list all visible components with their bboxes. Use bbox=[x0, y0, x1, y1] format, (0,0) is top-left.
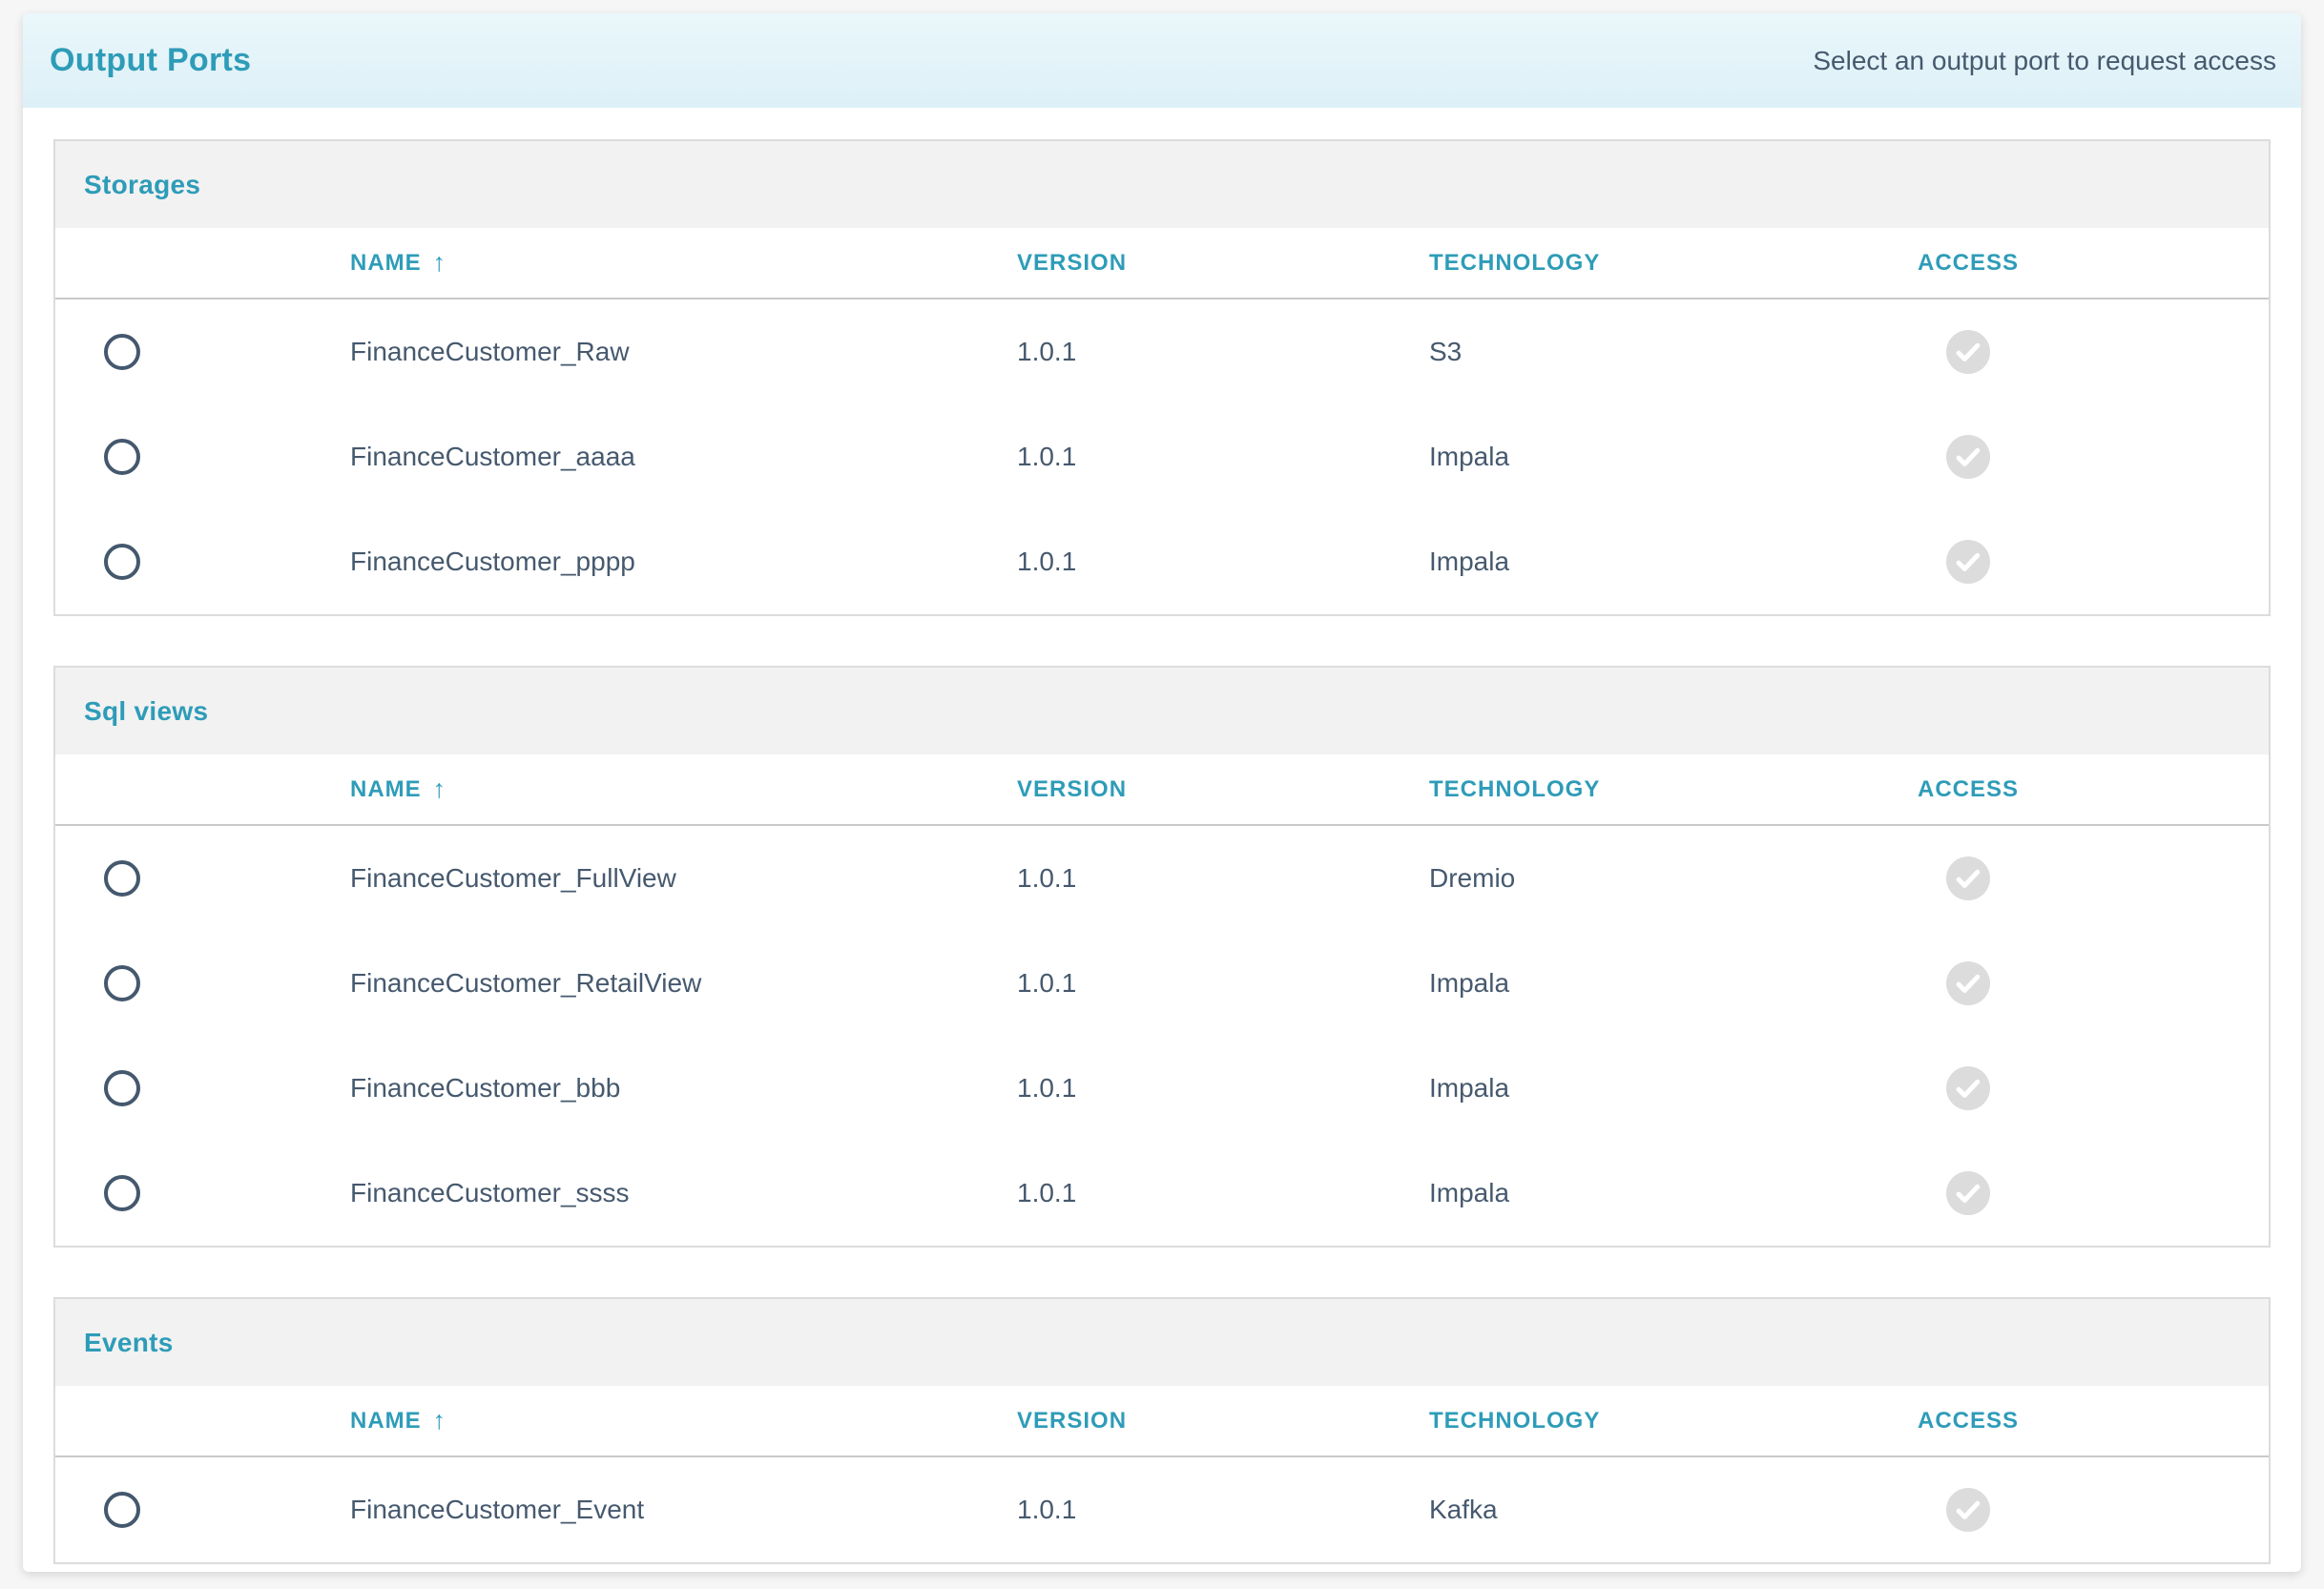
column-header-version[interactable]: VERSION bbox=[1017, 1408, 1429, 1434]
section-events: Events NAME ↑ VERSION TECHNOLOGY ACCESS … bbox=[53, 1297, 2271, 1564]
radio-button[interactable] bbox=[104, 860, 140, 897]
port-version: 1.0.1 bbox=[1017, 547, 1429, 577]
access-check-icon bbox=[1946, 330, 1990, 374]
port-name: FinanceCustomer_Raw bbox=[350, 337, 1017, 367]
section-header: Sql views bbox=[55, 668, 2269, 754]
access-check-icon bbox=[1946, 1171, 1990, 1215]
panel-body: Storages NAME ↑ VERSION TECHNOLOGY ACCES… bbox=[23, 108, 2301, 1564]
table-row[interactable]: FinanceCustomer_RetailView 1.0.1 Impala bbox=[55, 931, 2269, 1036]
page-title: Output Ports bbox=[50, 42, 251, 79]
table-row[interactable]: FinanceCustomer_Raw 1.0.1 S3 bbox=[55, 299, 2269, 404]
column-header-access[interactable]: ACCESS bbox=[1839, 250, 2097, 277]
section-header: Events bbox=[55, 1299, 2269, 1386]
column-header-access[interactable]: ACCESS bbox=[1839, 776, 2097, 803]
access-check-icon bbox=[1946, 1488, 1990, 1532]
access-check-icon bbox=[1946, 856, 1990, 900]
section-title: Sql views bbox=[84, 696, 208, 727]
sort-ascending-icon: ↑ bbox=[433, 248, 447, 278]
port-technology: Impala bbox=[1429, 442, 1839, 472]
port-technology: Impala bbox=[1429, 968, 1839, 999]
port-name: FinanceCustomer_FullView bbox=[350, 863, 1017, 894]
access-check-icon bbox=[1946, 540, 1990, 584]
port-technology: S3 bbox=[1429, 337, 1839, 367]
port-technology: Impala bbox=[1429, 1073, 1839, 1104]
column-header-row: NAME ↑ VERSION TECHNOLOGY ACCESS bbox=[55, 228, 2269, 299]
port-version: 1.0.1 bbox=[1017, 863, 1429, 894]
access-cell bbox=[1839, 1488, 2097, 1532]
column-header-name[interactable]: NAME ↑ bbox=[350, 1406, 1017, 1435]
sort-ascending-icon: ↑ bbox=[433, 1406, 447, 1435]
access-cell bbox=[1839, 961, 2097, 1005]
section-header: Storages bbox=[55, 141, 2269, 228]
table-row[interactable]: FinanceCustomer_pppp 1.0.1 Impala bbox=[55, 509, 2269, 614]
table-row[interactable]: FinanceCustomer_Event 1.0.1 Kafka bbox=[55, 1457, 2269, 1562]
table-row[interactable]: FinanceCustomer_aaaa 1.0.1 Impala bbox=[55, 404, 2269, 509]
access-cell bbox=[1839, 540, 2097, 584]
section-title: Storages bbox=[84, 170, 200, 200]
radio-button[interactable] bbox=[104, 965, 140, 1001]
access-cell bbox=[1839, 1171, 2097, 1215]
radio-button[interactable] bbox=[104, 334, 140, 370]
column-header-version[interactable]: VERSION bbox=[1017, 250, 1429, 277]
column-header-technology[interactable]: TECHNOLOGY bbox=[1429, 1408, 1839, 1434]
section-sql-views: Sql views NAME ↑ VERSION TECHNOLOGY ACCE… bbox=[53, 666, 2271, 1248]
port-name: FinanceCustomer_pppp bbox=[350, 547, 1017, 577]
section-title: Events bbox=[84, 1328, 174, 1358]
table-row[interactable]: FinanceCustomer_bbb 1.0.1 Impala bbox=[55, 1036, 2269, 1141]
column-header-technology[interactable]: TECHNOLOGY bbox=[1429, 250, 1839, 277]
port-name: FinanceCustomer_bbb bbox=[350, 1073, 1017, 1104]
access-check-icon bbox=[1946, 1066, 1990, 1110]
radio-button[interactable] bbox=[104, 439, 140, 475]
port-version: 1.0.1 bbox=[1017, 442, 1429, 472]
table-row[interactable]: FinanceCustomer_ssss 1.0.1 Impala bbox=[55, 1141, 2269, 1246]
column-header-version[interactable]: VERSION bbox=[1017, 776, 1429, 803]
port-name: FinanceCustomer_Event bbox=[350, 1495, 1017, 1525]
port-technology: Impala bbox=[1429, 1178, 1839, 1208]
column-header-technology[interactable]: TECHNOLOGY bbox=[1429, 776, 1839, 803]
access-cell bbox=[1839, 856, 2097, 900]
panel-header: Output Ports Select an output port to re… bbox=[23, 13, 2301, 108]
column-header-name[interactable]: NAME ↑ bbox=[350, 248, 1017, 278]
port-version: 1.0.1 bbox=[1017, 1073, 1429, 1104]
access-cell bbox=[1839, 330, 2097, 374]
access-check-icon bbox=[1946, 961, 1990, 1005]
port-technology: Dremio bbox=[1429, 863, 1839, 894]
radio-button[interactable] bbox=[104, 1070, 140, 1106]
port-version: 1.0.1 bbox=[1017, 337, 1429, 367]
port-technology: Impala bbox=[1429, 547, 1839, 577]
radio-button[interactable] bbox=[104, 544, 140, 580]
port-version: 1.0.1 bbox=[1017, 968, 1429, 999]
access-cell bbox=[1839, 435, 2097, 479]
port-technology: Kafka bbox=[1429, 1495, 1839, 1525]
table-row[interactable]: FinanceCustomer_FullView 1.0.1 Dremio bbox=[55, 826, 2269, 931]
port-version: 1.0.1 bbox=[1017, 1495, 1429, 1525]
column-header-row: NAME ↑ VERSION TECHNOLOGY ACCESS bbox=[55, 754, 2269, 826]
access-cell bbox=[1839, 1066, 2097, 1110]
column-header-row: NAME ↑ VERSION TECHNOLOGY ACCESS bbox=[55, 1386, 2269, 1457]
column-header-name[interactable]: NAME ↑ bbox=[350, 774, 1017, 804]
column-header-access[interactable]: ACCESS bbox=[1839, 1408, 2097, 1434]
port-version: 1.0.1 bbox=[1017, 1178, 1429, 1208]
radio-button[interactable] bbox=[104, 1492, 140, 1528]
port-name: FinanceCustomer_ssss bbox=[350, 1178, 1017, 1208]
output-ports-panel: Output Ports Select an output port to re… bbox=[23, 13, 2301, 1572]
section-storages: Storages NAME ↑ VERSION TECHNOLOGY ACCES… bbox=[53, 139, 2271, 616]
port-name: FinanceCustomer_RetailView bbox=[350, 968, 1017, 999]
access-check-icon bbox=[1946, 435, 1990, 479]
radio-button[interactable] bbox=[104, 1175, 140, 1211]
sort-ascending-icon: ↑ bbox=[433, 774, 447, 804]
panel-subtitle: Select an output port to request access bbox=[1813, 46, 2276, 76]
port-name: FinanceCustomer_aaaa bbox=[350, 442, 1017, 472]
